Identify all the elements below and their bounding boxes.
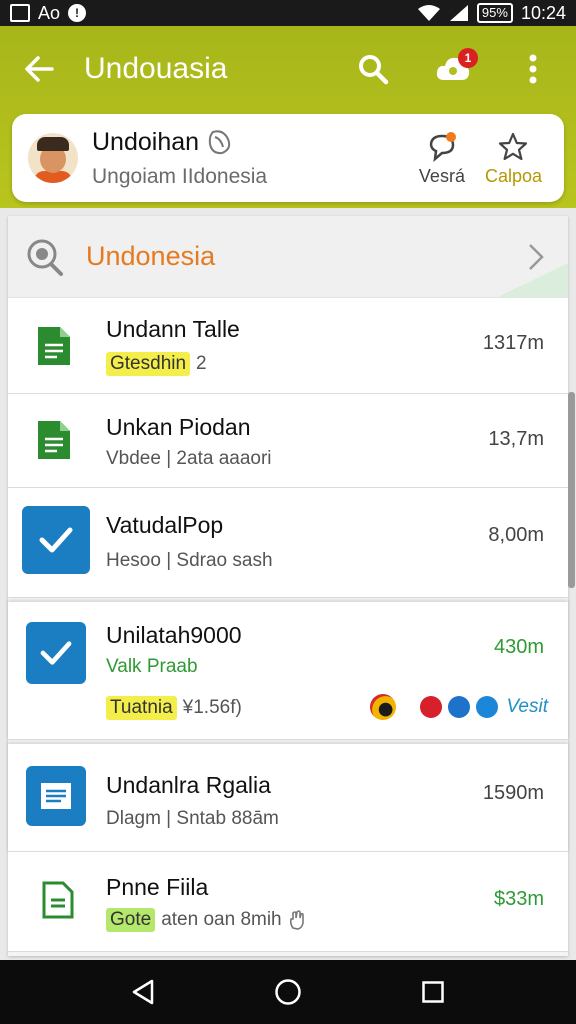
list-item-subtitle: aten oan 8mih <box>161 909 282 930</box>
badge-icon <box>208 130 231 155</box>
list-item[interactable]: Unilatah9000 Valk Praab Tuatnia ¥1.56f) … <box>8 602 568 740</box>
signal-icon <box>449 5 468 21</box>
list-item-title: Undann Talle <box>106 316 240 342</box>
profile-card[interactable]: Undoihan Ungoiam IIdonesia Vesrá Calpoa <box>12 114 564 202</box>
list-item-value: 1590m <box>482 782 544 804</box>
square-recents-icon <box>422 981 445 1003</box>
avatar <box>28 133 78 183</box>
search-icon <box>27 239 63 276</box>
list-item-value-text: 1317m <box>482 332 544 354</box>
checkbox-checked[interactable] <box>22 506 90 574</box>
search-icon <box>359 55 389 85</box>
list-item-subtitle: Vbdee | 2ata aaaori <box>106 448 272 469</box>
red-logo-icon <box>420 696 443 718</box>
message-action[interactable]: Vesrá <box>419 130 465 187</box>
list-item-title: Unilatah9000 <box>106 622 242 648</box>
more-options-button[interactable] <box>504 40 562 98</box>
home-nav-button[interactable] <box>258 964 318 1020</box>
list-item[interactable]: Undanlra Rgalia Dlagm | Sntab 88ām 1590m <box>8 744 568 852</box>
list-item[interactable]: VatudalPop Hesoo | Sdrao sash 8,00m <box>8 488 568 598</box>
status-badge: Tuatnia <box>106 696 177 720</box>
favorite-action-label: Calpoa <box>484 165 542 186</box>
results-panel: Undonesia Undann Talle Gtesdhin 2 1317m … <box>8 216 568 956</box>
favorite-action[interactable]: Calpoa <box>485 130 542 187</box>
profile-subtitle: Ungoiam IIdonesia <box>92 164 268 188</box>
more-vertical-icon <box>529 54 537 84</box>
document-icon <box>38 327 70 365</box>
status-left-text: Ao <box>38 2 61 23</box>
clock: 10:24 <box>520 2 566 23</box>
list-item-value: 1317m <box>483 332 544 355</box>
list-item-title: Undanlra Rgalia <box>106 772 271 798</box>
app-title: Undouasia <box>84 52 228 85</box>
list-item-title: VatudalPop <box>106 512 224 538</box>
back-button[interactable] <box>4 34 74 104</box>
hand-icon <box>289 910 304 930</box>
text-lines-icon <box>41 783 71 809</box>
document-icon <box>38 421 70 459</box>
list-item-value: $33m <box>493 888 544 910</box>
status-badge: Gtesdhin <box>106 352 191 376</box>
app-logo-icon <box>370 694 397 720</box>
section-header[interactable]: Undonesia <box>8 216 568 298</box>
list-item-value: 430m <box>493 636 544 658</box>
checkbox-checked[interactable] <box>26 622 86 684</box>
star-icon <box>499 132 528 160</box>
list-item-subtitle: Valk Praab <box>106 656 198 677</box>
list-item-subtitle: Dlagm | Sntab 88ām <box>106 808 279 829</box>
list-item[interactable]: Pnne Fiila Gote aten oan 8mih $33m <box>8 852 568 952</box>
list-item-value: 8,00m <box>488 524 544 546</box>
search-button[interactable] <box>344 40 402 98</box>
notification-badge: 1 <box>458 48 478 68</box>
alert-notification-icon: ! <box>68 4 87 22</box>
status-badge: Gote <box>106 908 156 932</box>
navigation-bar <box>0 960 576 1024</box>
check-icon <box>40 641 72 665</box>
unread-dot <box>445 131 456 142</box>
app-bar: Undouasia 1 Undoihan Ungoiam IIdonesia V… <box>0 26 576 208</box>
document-icon <box>26 766 86 826</box>
decorative-corner <box>498 263 568 297</box>
visit-link[interactable]: Vesit <box>506 696 548 718</box>
circle-home-icon <box>275 979 301 1005</box>
image-notification-icon <box>10 4 30 22</box>
status-bar: Ao ! 95% 10:24 <box>0 0 576 26</box>
message-action-label: Vesrá <box>418 165 465 186</box>
list-item-count: 2 <box>196 353 207 374</box>
check-icon <box>39 527 73 553</box>
scrollbar[interactable] <box>568 392 575 588</box>
list-item[interactable]: Unkan Piodan Vbdee | 2ata aaaori 13,7m <box>8 394 568 488</box>
back-nav-button[interactable] <box>113 964 173 1020</box>
notifications-button[interactable]: 1 <box>424 40 482 98</box>
section-title: Undonesia <box>86 241 216 271</box>
list-item-title: Unkan Piodan <box>106 414 251 440</box>
list-item-title: Pnne Fiila <box>106 874 209 900</box>
list-item[interactable]: Undann Talle Gtesdhin 2 1317m <box>8 298 568 394</box>
triangle-back-icon <box>132 979 153 1005</box>
recents-nav-button[interactable] <box>403 964 463 1020</box>
wifi-icon <box>417 5 440 21</box>
profile-name: Undoihan <box>92 127 200 156</box>
list-item-value: 13,7m <box>488 428 544 450</box>
arrow-left-icon <box>25 56 54 82</box>
blue-logo-icon <box>448 696 471 718</box>
battery-icon: 95% <box>476 3 513 23</box>
social-logo-icon <box>476 696 499 718</box>
list-item-subtitle: Hesoo | Sdrao sash <box>106 550 273 571</box>
list-item-price: ¥1.56f) <box>182 697 242 718</box>
document-outline-icon <box>42 881 74 919</box>
